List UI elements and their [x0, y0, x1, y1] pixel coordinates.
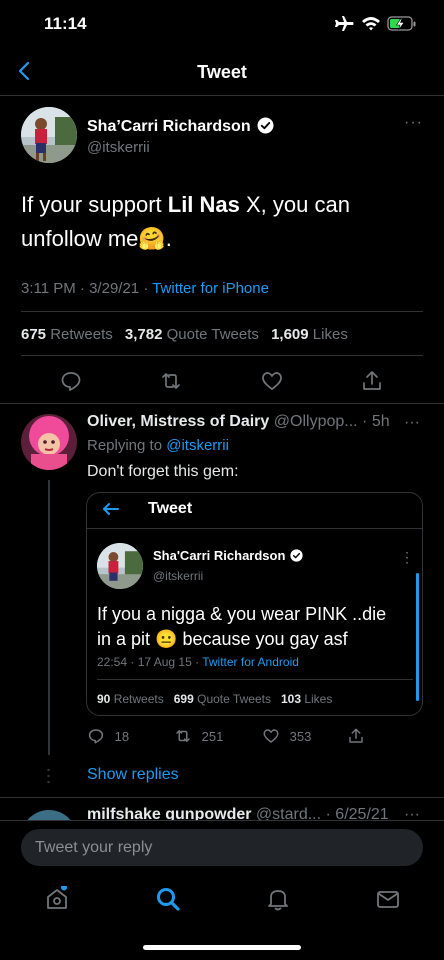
divider — [87, 528, 422, 529]
status-time: 11:14 — [44, 14, 87, 33]
retweet-count: 251 — [201, 729, 224, 744]
quote-author-name: Sha'Carri Richardson — [153, 548, 303, 563]
show-replies-dots-icon — [47, 768, 50, 784]
quotes-stat[interactable]: 3,782 Quote Tweets — [125, 326, 263, 343]
replying-to: Replying to @itskerrii — [87, 437, 229, 454]
quote-author-handle: @itskerrii — [153, 569, 204, 583]
share-button[interactable] — [360, 369, 384, 393]
quote-tweet-text: If you a nigga & you wear PINK ..die in … — [97, 604, 387, 649]
reply-author-name[interactable]: Oliver, Mistress of Dairy — [87, 413, 269, 430]
next-reply-partial[interactable]: milfshake gunpowder @stard... · 6/25/21 … — [0, 798, 444, 820]
replying-to-handle[interactable]: @itskerrii — [166, 437, 229, 454]
like-count: 353 — [289, 729, 312, 744]
retweet-button[interactable] — [159, 369, 183, 393]
reply-share-button[interactable] — [347, 727, 365, 745]
reply-text: Don't forget this gem: — [87, 463, 239, 480]
retweet-icon — [162, 373, 180, 389]
verified-badge-icon — [257, 117, 274, 134]
search-icon — [157, 888, 180, 911]
reply-author-handle[interactable]: @Ollypop... — [274, 413, 358, 430]
arrow-left-icon — [103, 503, 119, 515]
quoted-image[interactable]: Tweet Sha'Carri Richardson @itskerrii ⋮ … — [86, 492, 423, 716]
mail-icon — [377, 891, 399, 908]
more-options-icon[interactable]: ··· — [404, 114, 423, 132]
hugging-face-emoji: 🤗 — [138, 226, 166, 251]
tweet-text: If your support Lil Nas X, you can unfol… — [21, 192, 350, 251]
source-link[interactable]: Twitter for iPhone — [152, 280, 269, 297]
neutral-face-emoji: 😐 — [155, 629, 178, 649]
reply-age: · 5h — [362, 413, 390, 430]
tab-notifications[interactable] — [265, 886, 291, 912]
divider — [0, 403, 444, 404]
divider — [97, 679, 413, 680]
bell-icon — [268, 890, 288, 911]
like-button[interactable] — [260, 369, 284, 393]
reply-more-icon[interactable]: ··· — [404, 414, 420, 432]
reply-input[interactable]: Tweet your reply — [21, 829, 423, 866]
battery-charging-icon — [387, 15, 417, 33]
reply-input-placeholder: Tweet your reply — [35, 839, 153, 856]
reply-header: Oliver, Mistress of Dairy @Ollypop... · … — [87, 413, 390, 431]
scrollbar — [416, 573, 419, 701]
divider — [0, 95, 444, 96]
tab-search[interactable] — [155, 886, 181, 912]
quote-more-icon: ⋮ — [400, 549, 414, 565]
retweets-stat[interactable]: 675 Retweets — [21, 326, 117, 343]
quote-stats: 90 Retweets 699 Quote Tweets 103 Likes — [97, 692, 333, 706]
verified-badge-icon — [290, 549, 303, 562]
reply-reply-button[interactable]: 18 — [87, 727, 129, 745]
quote-avatar — [97, 543, 143, 589]
share-icon — [349, 728, 363, 743]
avatar[interactable] — [21, 107, 77, 163]
retweet-icon — [176, 730, 190, 742]
share-icon — [363, 371, 381, 390]
divider — [21, 355, 423, 356]
wifi-icon — [361, 15, 381, 33]
reply-icon — [88, 729, 104, 744]
show-replies-link[interactable]: Show replies — [87, 766, 179, 784]
divider — [21, 311, 423, 312]
tweet-meta: 3:11 PM · 3/29/21 · Twitter for iPhone — [21, 280, 269, 297]
author-handle[interactable]: @itskerrii — [87, 139, 150, 156]
notification-dot — [61, 886, 67, 891]
reply-count: 18 — [114, 729, 130, 744]
tab-messages[interactable] — [375, 886, 401, 912]
home-indicator[interactable] — [143, 945, 301, 950]
page-title: Tweet — [197, 62, 247, 82]
reply-icon — [61, 372, 81, 391]
reply-avatar[interactable] — [21, 414, 77, 470]
airplane-icon — [334, 15, 354, 33]
reply-button[interactable] — [59, 369, 83, 393]
heart-icon — [262, 372, 282, 390]
thread-line — [48, 480, 50, 755]
tweet-stats: 675 Retweets 3,782 Quote Tweets 1,609 Li… — [21, 326, 356, 343]
reply-like-button[interactable]: 353 — [262, 727, 311, 745]
next-reply-avatar — [21, 810, 77, 820]
tab-home[interactable] — [44, 886, 70, 912]
reply-retweet-button[interactable]: 251 — [174, 727, 223, 745]
likes-stat[interactable]: 1,609 Likes — [271, 326, 352, 343]
author-name[interactable]: Sha’Carri Richardson — [87, 117, 274, 136]
quote-meta: 22:54 · 17 Aug 15 · Twitter for Android — [97, 655, 299, 669]
heart-icon — [263, 729, 279, 743]
mention-text: Lil Nas — [167, 192, 240, 217]
home-icon — [47, 886, 67, 909]
quote-header-title: Tweet — [148, 500, 193, 517]
